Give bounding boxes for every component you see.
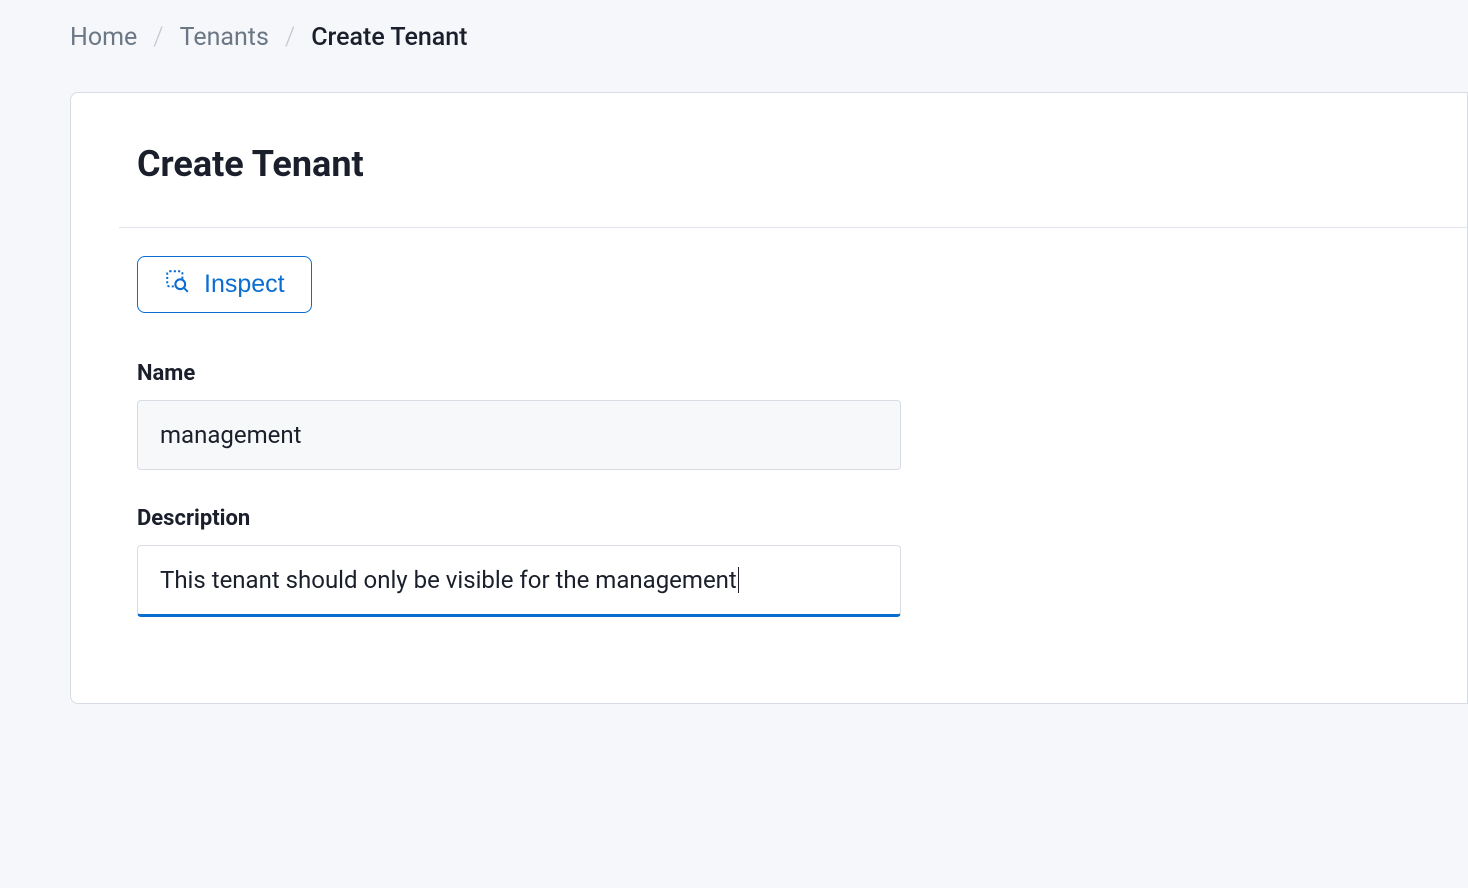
inspect-icon [164, 268, 190, 301]
inspect-button[interactable]: Inspect [137, 256, 312, 313]
breadcrumb: Home / Tenants / Create Tenant [0, 0, 1468, 74]
inspect-button-label: Inspect [204, 270, 285, 299]
description-input-value: This tenant should only be visible for t… [160, 566, 737, 594]
breadcrumb-home-link[interactable]: Home [70, 23, 137, 52]
name-label: Name [137, 361, 1467, 386]
name-field-group: Name [137, 361, 1467, 470]
breadcrumb-tenants-link[interactable]: Tenants [180, 23, 269, 52]
description-field-group: Description This tenant should only be v… [137, 506, 1467, 617]
divider [119, 227, 1467, 228]
breadcrumb-separator: / [153, 22, 163, 52]
page-title: Create Tenant [137, 143, 1467, 185]
text-caret [738, 567, 740, 593]
breadcrumb-separator: / [285, 22, 295, 52]
name-input[interactable] [137, 400, 901, 470]
description-label: Description [137, 506, 1467, 531]
breadcrumb-current: Create Tenant [311, 23, 467, 52]
form-card: Create Tenant Inspect Name Description T… [70, 92, 1468, 704]
description-input[interactable]: This tenant should only be visible for t… [137, 545, 901, 617]
